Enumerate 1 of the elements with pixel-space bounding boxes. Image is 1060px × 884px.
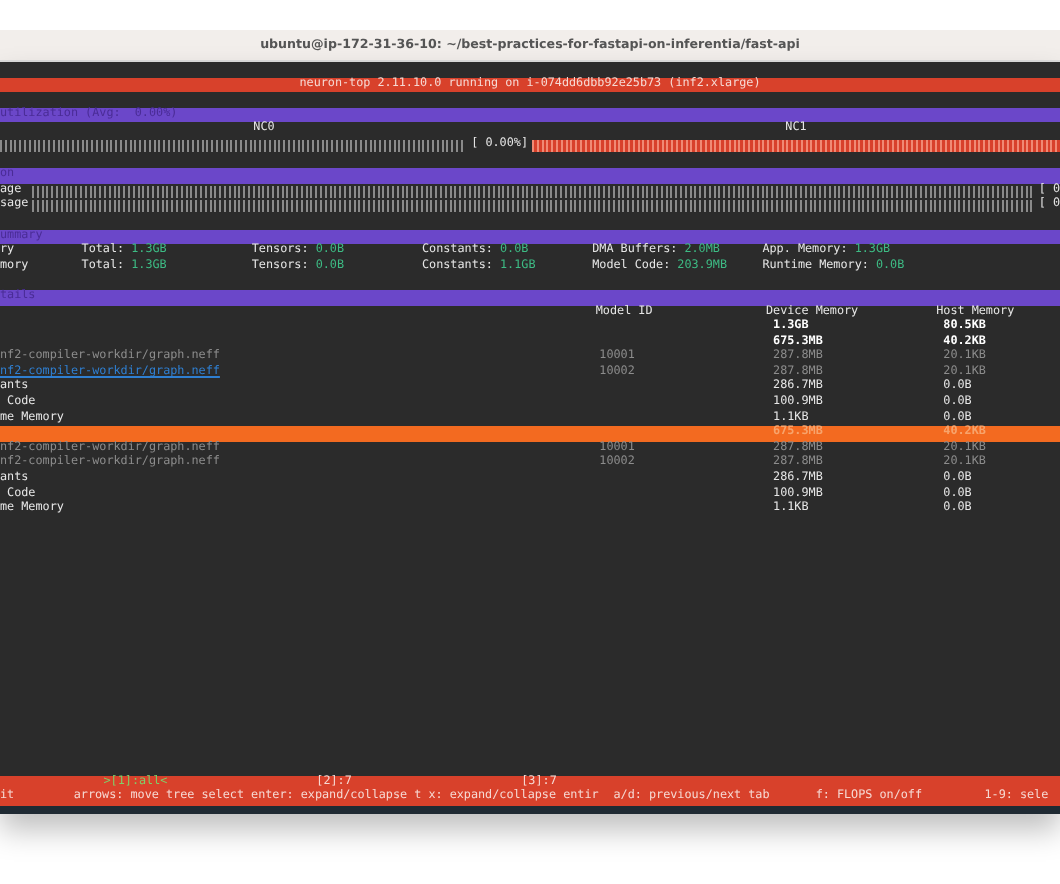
utilization-meter[interactable] [532, 139, 1060, 152]
